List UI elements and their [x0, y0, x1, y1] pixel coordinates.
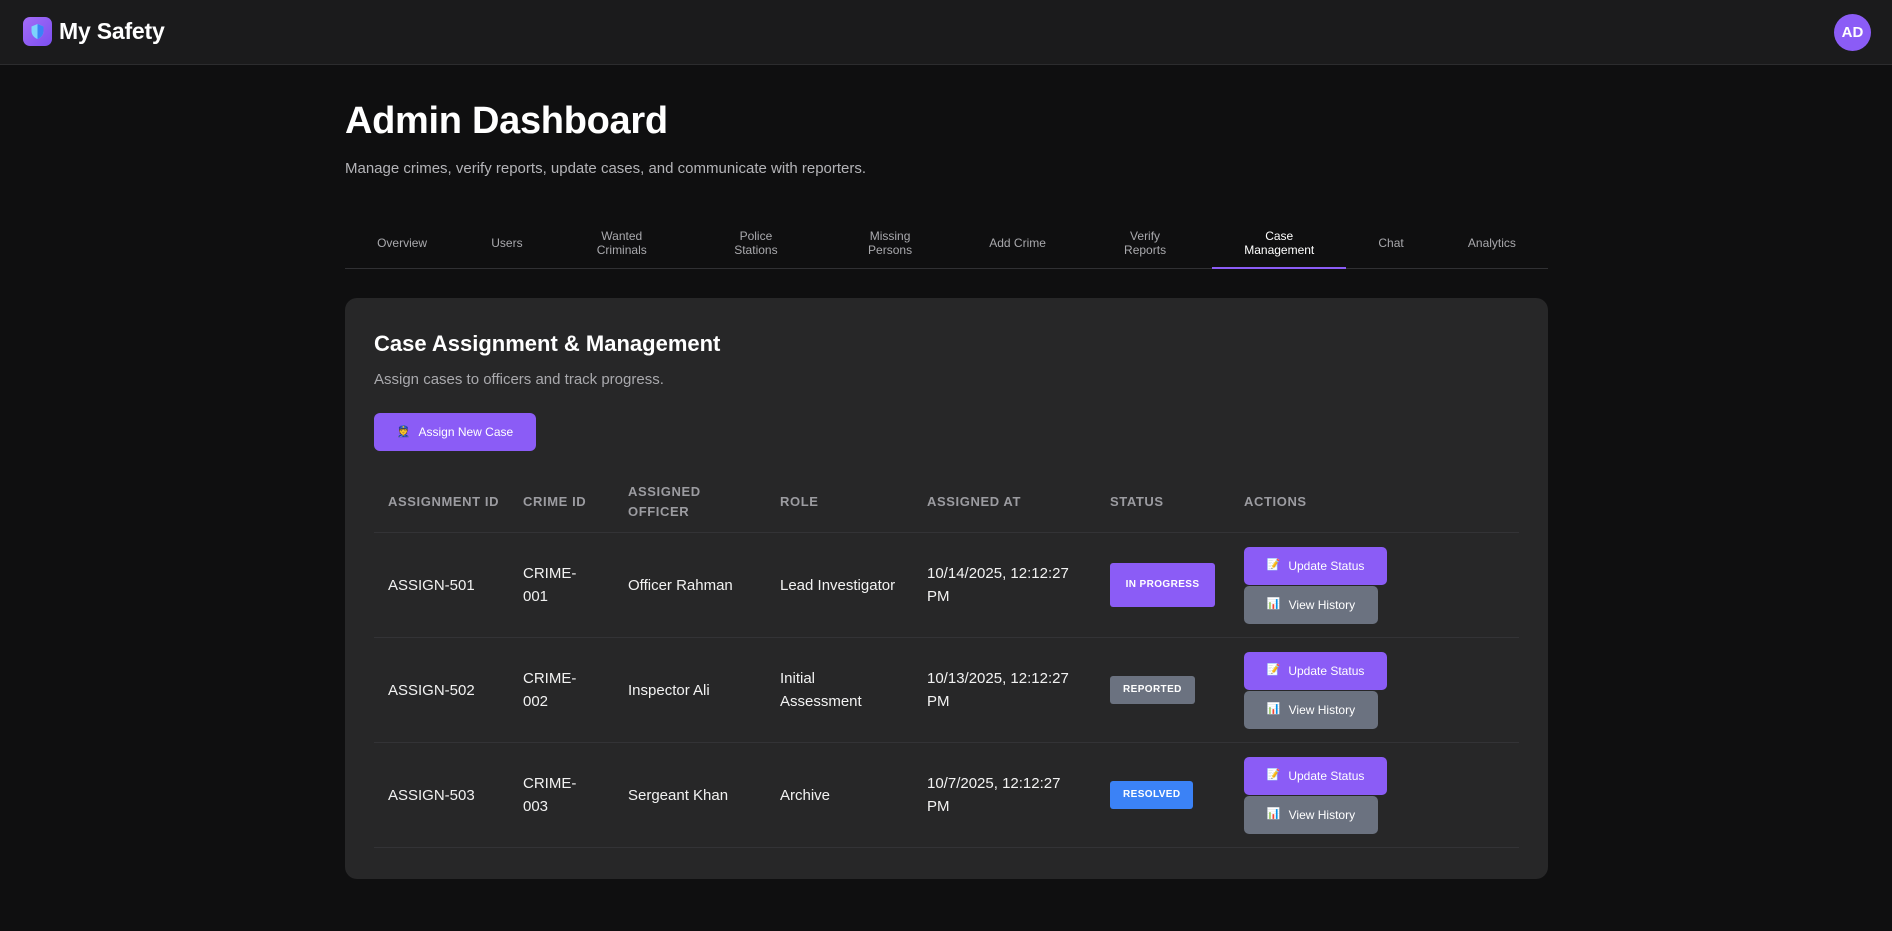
shield-icon	[23, 17, 52, 46]
tab-analytics[interactable]: Analytics	[1436, 218, 1548, 268]
app-title: My Safety	[59, 18, 165, 44]
table-row: ASSIGN-502 CRIME- 002 Inspector Ali Initi…	[374, 638, 1519, 743]
memo-icon: 📝	[1266, 664, 1281, 676]
page-title: Admin Dashboard	[345, 100, 668, 142]
bar-chart-icon: 📊	[1266, 703, 1281, 715]
assigned-at: 10/14/2025, 12:12:27 PM	[927, 565, 1069, 605]
crime-id: CRIME- 003	[523, 775, 577, 815]
update-status-button[interactable]: 📝 Update Status	[1244, 756, 1387, 795]
tab-users[interactable]: Users	[459, 218, 555, 268]
assigned-officer: Inspector Ali	[628, 681, 710, 699]
assignment-id: ASSIGN-503	[388, 786, 475, 804]
card-title: Case Assignment & Management	[374, 331, 721, 356]
status-badge: Resolved	[1110, 781, 1194, 809]
view-history-button[interactable]: 📊 View History	[1244, 690, 1378, 729]
officer-role: Initial Assessment	[780, 670, 862, 710]
tab-verify-reports[interactable]: Verify Reports	[1078, 218, 1212, 268]
dashboard-tabs: Overview Users Wanted Criminals Police S…	[345, 218, 1548, 269]
officer-icon: 👮	[396, 425, 411, 438]
tab-overview[interactable]: Overview	[345, 218, 459, 268]
row-actions: 📝 Update Status 📊 View History	[1230, 651, 1519, 729]
assignment-id: ASSIGN-502	[388, 681, 475, 699]
tab-add-crime[interactable]: Add Crime	[957, 218, 1078, 268]
status-badge: Reported	[1110, 676, 1195, 704]
bar-chart-icon: 📊	[1266, 808, 1281, 820]
memo-icon: 📝	[1266, 769, 1281, 781]
table-header: Assignment ID Crime ID Assigned Officer …	[374, 471, 1519, 533]
crime-id: CRIME- 002	[523, 670, 577, 710]
officer-role: Lead Investigator	[780, 576, 896, 594]
assign-new-case-label: Assign New Case	[418, 425, 514, 439]
table-row: ASSIGN-503 CRIME- 003 Sergeant Khan Archi…	[374, 743, 1519, 848]
tab-police-stations[interactable]: Police Stations	[689, 218, 823, 268]
tab-missing-persons[interactable]: Missing Persons	[823, 218, 957, 268]
assigned-at: 10/13/2025, 12:12:27 PM	[927, 670, 1069, 710]
assigned-officer: Sergeant Khan	[628, 786, 729, 804]
assignment-id: ASSIGN-501	[388, 576, 475, 594]
column-header: Role	[780, 493, 819, 509]
column-header: Crime ID	[523, 493, 587, 509]
brand[interactable]: My Safety	[23, 17, 165, 46]
assigned-officer: Officer Rahman	[628, 576, 733, 594]
assign-new-case-button[interactable]: 👮 Assign New Case	[374, 413, 536, 451]
table-row: ASSIGN-501 CRIME- 001 Officer Rahman Lead…	[374, 533, 1519, 638]
view-history-button[interactable]: 📊 View History	[1244, 585, 1378, 624]
update-status-button[interactable]: 📝 Update Status	[1244, 546, 1387, 585]
assigned-at: 10/7/2025, 12:12:27 PM	[927, 775, 1061, 815]
card-subtitle: Assign cases to officers and track progr…	[374, 371, 664, 388]
assignments-table: Assignment ID Crime ID Assigned Officer …	[374, 471, 1519, 848]
tab-wanted-criminals[interactable]: Wanted Criminals	[555, 218, 689, 268]
memo-icon: 📝	[1266, 559, 1281, 571]
tab-case-management[interactable]: Case Management	[1212, 218, 1347, 269]
column-header: Assigned Officer	[628, 483, 701, 519]
bar-chart-icon: 📊	[1266, 598, 1281, 610]
column-header: Actions	[1244, 493, 1307, 509]
row-actions: 📝 Update Status 📊 View History	[1230, 756, 1519, 834]
view-history-button[interactable]: 📊 View History	[1244, 795, 1378, 834]
column-header: Status	[1110, 493, 1164, 509]
officer-role: Archive	[780, 786, 831, 804]
user-avatar[interactable]: AD	[1834, 14, 1871, 51]
row-actions: 📝 Update Status 📊 View History	[1230, 546, 1519, 624]
page-subtitle: Manage crimes, verify reports, update ca…	[345, 160, 867, 177]
status-badge: In Progress	[1110, 563, 1215, 607]
column-header: Assigned At	[927, 493, 1021, 509]
tab-chat[interactable]: Chat	[1346, 218, 1436, 268]
case-management-card: Case Assignment & Management Assign case…	[345, 298, 1548, 879]
crime-id: CRIME- 001	[523, 565, 577, 605]
column-header: Assignment ID	[388, 493, 500, 509]
update-status-button[interactable]: 📝 Update Status	[1244, 651, 1387, 690]
top-navbar: My Safety AD	[0, 0, 1892, 65]
